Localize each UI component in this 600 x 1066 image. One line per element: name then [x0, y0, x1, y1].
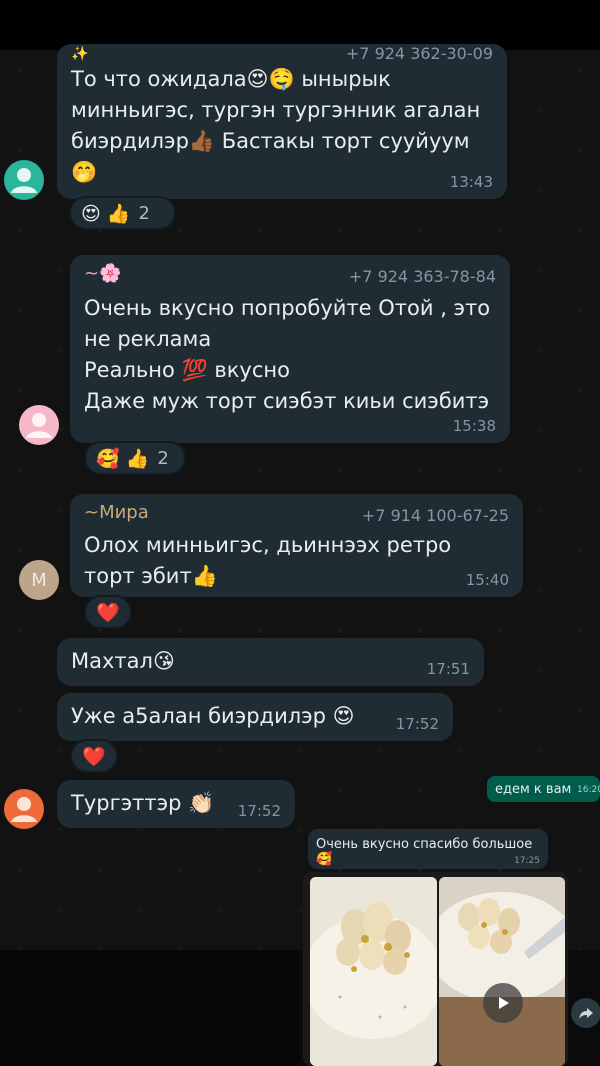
message-bubble[interactable]: Уже а5алан биэрдилэр 😍 17:52: [57, 693, 453, 741]
message-bubble[interactable]: Махтал😘 17:51: [57, 638, 484, 686]
message-time: 15:38: [452, 417, 496, 435]
avatar[interactable]: [4, 160, 44, 200]
sender-name: ~Мира: [84, 502, 149, 523]
message-bubble[interactable]: Тургэттэр 👏🏻 17:52: [57, 780, 295, 828]
message-text: Уже а5алан биэрдилэр 😍: [71, 704, 355, 728]
message-bubble[interactable]: ✨ +7 924 362-30-09 То что ожидала😍🤤 ыныр…: [57, 44, 507, 199]
reaction-count: 2: [157, 447, 169, 469]
reaction-bar[interactable]: ❤️: [84, 595, 132, 629]
message-time: 13:43: [449, 173, 493, 191]
reaction-emojis: 🥰 👍: [96, 447, 150, 470]
person-icon: [11, 168, 37, 193]
sender-phone: +7 914 100-67-25: [361, 506, 509, 525]
sender-phone: +7 924 363-78-84: [348, 267, 496, 286]
play-button[interactable]: [483, 983, 523, 1023]
reaction-count: 2: [138, 202, 150, 224]
reaction-bar[interactable]: 🥰 👍 2: [84, 441, 186, 475]
sent-time: 16:20: [577, 785, 600, 795]
message-text: Олох минньигэс, дьиннээх ретро торт эбит…: [84, 533, 452, 588]
avatar-letter: М: [31, 569, 47, 591]
reaction-bar[interactable]: ❤️: [70, 739, 118, 773]
reaction-emojis: ❤️: [82, 745, 106, 768]
play-icon: [499, 997, 509, 1009]
sender-name: ~🌸: [84, 263, 122, 284]
sent-message[interactable]: едем к вам 16:20: [487, 776, 600, 802]
embedded-message[interactable]: Очень вкусно спасибо большое 🥰 17:25: [308, 829, 548, 869]
top-bar: [0, 0, 600, 50]
message-time: 17:52: [237, 802, 281, 820]
embedded-time: 17:25: [514, 856, 540, 866]
sent-text: едем к вам: [495, 782, 572, 797]
message-text: Махтал😘: [71, 649, 175, 673]
reaction-bar[interactable]: 😍 👍 2: [69, 196, 176, 230]
message-time: 17:51: [426, 660, 470, 678]
message-bubble[interactable]: ~🌸 +7 924 363-78-84 Очень вкусно попробу…: [70, 255, 510, 443]
person-icon: [11, 797, 37, 822]
reaction-emojis: ❤️: [96, 601, 120, 624]
cake-photo[interactable]: [310, 877, 437, 1066]
reaction-emojis: 😍 👍: [81, 202, 131, 225]
avatar[interactable]: [19, 405, 59, 445]
sender-phone: +7 924 362-30-09: [345, 44, 493, 63]
cake-video-thumbnail[interactable]: [439, 877, 565, 1066]
embedded-text: Очень вкусно спасибо большое 🥰: [316, 837, 533, 867]
message-time: 17:52: [395, 715, 439, 733]
bottom-area: [0, 950, 300, 1066]
avatar[interactable]: М: [19, 560, 59, 600]
cake-image: [310, 877, 437, 1066]
forward-button[interactable]: [571, 998, 600, 1028]
message-time: 15:40: [465, 571, 509, 589]
message-text: Очень вкусно попробуйте Отой , это не ре…: [84, 296, 491, 413]
avatar[interactable]: [4, 789, 44, 829]
person-icon: [26, 413, 52, 438]
sender-name: ✨: [71, 46, 89, 62]
forward-icon: [579, 1008, 593, 1019]
cake-video-image: [439, 877, 565, 1066]
message-bubble[interactable]: ~Мира +7 914 100-67-25 Олох минньигэс, д…: [70, 494, 523, 597]
message-text: То что ожидала😍🤤 ынырык минньигэс, тургэ…: [71, 67, 481, 184]
